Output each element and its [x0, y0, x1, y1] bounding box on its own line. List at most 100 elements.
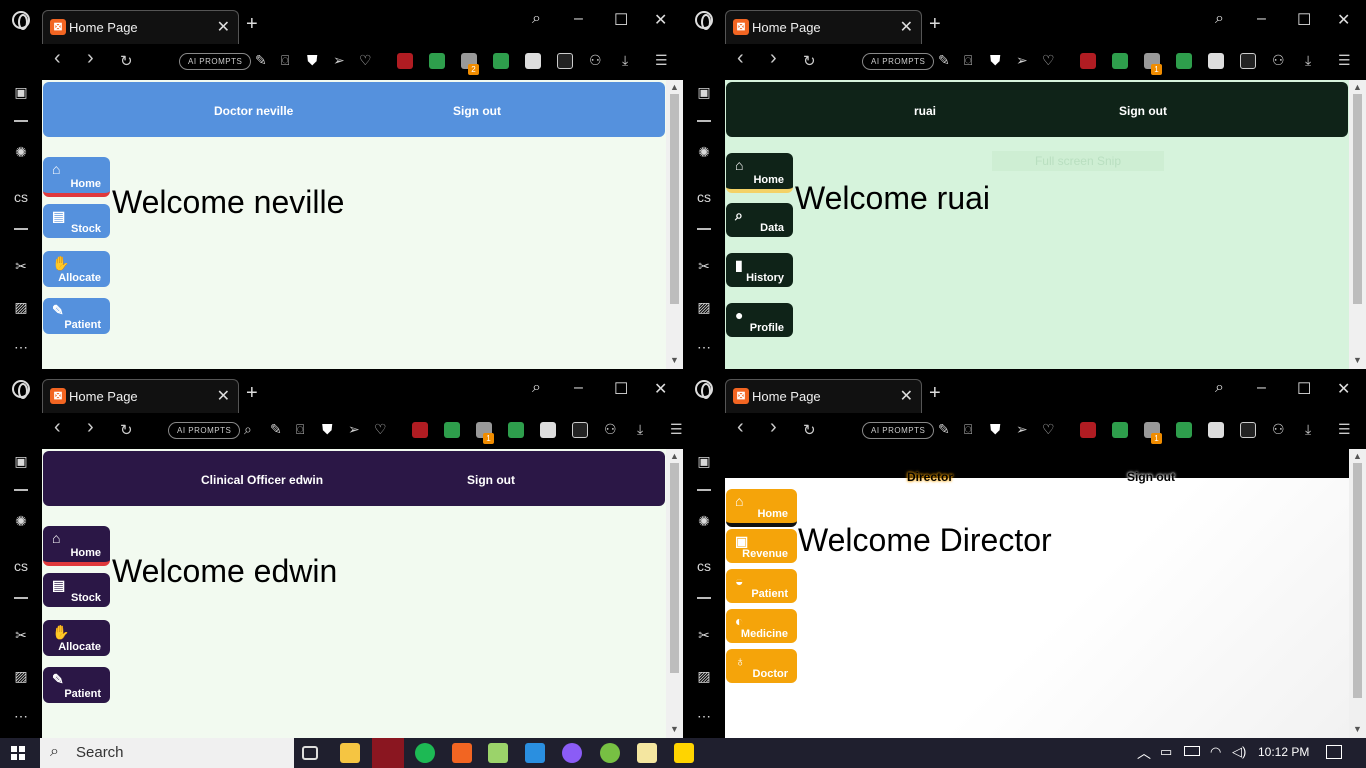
volume-icon[interactable]: ◁)	[1232, 744, 1246, 760]
reload-icon[interactable]: ↻	[120, 421, 133, 439]
forward-icon[interactable]: ›	[770, 416, 777, 439]
more-icon[interactable]: ⋯	[694, 337, 714, 357]
bitwarden-icon[interactable]	[1208, 53, 1224, 69]
easy-setup-icon[interactable]: ☰	[670, 421, 683, 438]
opera-logo-icon[interactable]	[12, 380, 30, 399]
forward-icon[interactable]: ›	[87, 47, 94, 70]
sticky-notes-icon[interactable]	[674, 743, 694, 763]
scroll-thumb[interactable]	[1353, 463, 1362, 698]
opera-logo-icon[interactable]	[695, 11, 713, 30]
downloads-icon[interactable]: ⤓	[1305, 421, 1311, 438]
search-tabs-icon[interactable]: ⌕	[1215, 379, 1224, 397]
close-tab-icon[interactable]: ✕	[900, 17, 913, 37]
ai-prompts-button[interactable]: AI PROMPTS	[862, 422, 935, 439]
page-scrollbar[interactable]: ▲ ▼	[666, 80, 683, 369]
downloads-icon[interactable]: ⤓	[1305, 52, 1311, 69]
notepad-icon[interactable]	[488, 743, 508, 763]
sign-out-link[interactable]: Sign out	[1119, 104, 1167, 118]
robot-extension-icon[interactable]	[1176, 422, 1192, 438]
snapshot-icon[interactable]: ⌼	[281, 52, 289, 69]
sign-out-link[interactable]: Sign out	[1127, 470, 1175, 484]
scroll-up-icon[interactable]: ▲	[1353, 451, 1362, 461]
heart-icon[interactable]: ♡	[374, 421, 387, 438]
new-tab-icon[interactable]: +	[929, 13, 941, 36]
profile-icon[interactable]: ⚇	[589, 52, 602, 69]
globe-extension-icon[interactable]	[1112, 53, 1128, 69]
more-icon[interactable]: ⋯	[694, 706, 714, 726]
cs-icon[interactable]: cs	[11, 556, 31, 576]
file-explorer-icon[interactable]	[340, 743, 360, 763]
easy-setup-icon[interactable]: ☰	[1338, 52, 1351, 69]
heart-icon[interactable]: ♡	[359, 52, 372, 69]
tab-home-page[interactable]: ⊠ Home Page ✕	[725, 10, 922, 44]
bitwarden-icon[interactable]	[540, 422, 556, 438]
snapshot-icon[interactable]: ⌼	[964, 421, 972, 438]
send-icon[interactable]: ➢	[1016, 421, 1028, 438]
maximize-icon[interactable]: ☐	[1297, 10, 1311, 30]
tab-home-page[interactable]: ⊠ Home Page ✕	[42, 10, 239, 44]
opera-taskbar-icon[interactable]	[372, 738, 404, 768]
snip-tool-icon[interactable]: ✂	[694, 625, 714, 645]
close-tab-icon[interactable]: ✕	[217, 386, 230, 406]
ublock-icon[interactable]	[1080, 422, 1096, 438]
zoom-icon[interactable]: ⌕	[244, 421, 252, 438]
close-window-icon[interactable]: ✕	[1337, 379, 1350, 399]
cube-extension-icon[interactable]	[1240, 53, 1256, 69]
nav-allocate-button[interactable]: ✋ Allocate	[43, 620, 110, 656]
gallery-icon[interactable]: ▨	[11, 666, 31, 686]
bitwarden-icon[interactable]	[525, 53, 541, 69]
close-tab-icon[interactable]: ✕	[217, 17, 230, 37]
xampp-icon[interactable]	[452, 743, 472, 763]
chatgpt-icon[interactable]: ✺	[694, 142, 714, 162]
nav-revenue-button[interactable]: ▣ Revenue	[726, 529, 797, 563]
nav-home-button[interactable]: ⌂ Home	[43, 526, 110, 566]
scroll-up-icon[interactable]: ▲	[670, 82, 679, 92]
search-tabs-icon[interactable]: ⌕	[1215, 10, 1224, 28]
profile-icon[interactable]: ⚇	[604, 421, 617, 438]
back-icon[interactable]: ‹	[737, 416, 744, 439]
forward-icon[interactable]: ›	[87, 416, 94, 439]
nav-stock-button[interactable]: ▤ Stock	[43, 573, 110, 607]
send-icon[interactable]: ➢	[333, 52, 345, 69]
chatgpt-icon[interactable]: ✺	[694, 511, 714, 531]
close-window-icon[interactable]: ✕	[654, 379, 667, 399]
chatgpt-icon[interactable]: ✺	[11, 142, 31, 162]
notifications-icon[interactable]	[1326, 745, 1342, 759]
search-tabs-icon[interactable]: ⌕	[532, 379, 541, 397]
cs-icon[interactable]: cs	[694, 187, 714, 207]
globe-extension-icon[interactable]	[1112, 422, 1128, 438]
workspaces-icon[interactable]: ▣	[11, 451, 31, 471]
sign-out-link[interactable]: Sign out	[467, 473, 515, 487]
reload-icon[interactable]: ↻	[803, 52, 816, 70]
robot-extension-icon[interactable]	[508, 422, 524, 438]
close-tab-icon[interactable]: ✕	[900, 386, 913, 406]
wifi-icon[interactable]: ◠	[1210, 744, 1221, 760]
cube-extension-icon[interactable]	[572, 422, 588, 438]
nav-home-button[interactable]: ⌂ Home	[726, 153, 793, 193]
snapshot-icon[interactable]: ⌼	[296, 421, 304, 438]
shield-icon[interactable]: ⛊	[307, 52, 318, 69]
nav-home-button[interactable]: ⌂ Home	[726, 489, 797, 527]
snip-tool-icon[interactable]: ✂	[11, 625, 31, 645]
nav-doctor-button[interactable]: ♁ Doctor	[726, 649, 797, 683]
tray-meet-icon[interactable]: ▭	[1160, 744, 1172, 760]
nav-patient-button[interactable]: ◒ Patient	[726, 569, 797, 603]
nav-data-button[interactable]: ⌕ Data	[726, 203, 793, 237]
page-scrollbar[interactable]: ▲ ▼	[1349, 80, 1366, 369]
workspaces-icon[interactable]: ▣	[11, 82, 31, 102]
cs-icon[interactable]: cs	[694, 556, 714, 576]
taskbar-search[interactable]: ⌕ Search	[40, 738, 294, 768]
maximize-icon[interactable]: ☐	[1297, 379, 1311, 399]
scroll-up-icon[interactable]: ▲	[670, 451, 679, 461]
snip-tool-icon[interactable]: ✂	[694, 256, 714, 276]
reload-icon[interactable]: ↻	[803, 421, 816, 439]
edit-page-icon[interactable]: ✎	[938, 52, 950, 69]
ublock-icon[interactable]	[412, 422, 428, 438]
gallery-icon[interactable]: ▨	[11, 297, 31, 317]
page-scrollbar[interactable]: ▲ ▼	[666, 449, 683, 738]
minimize-icon[interactable]: –	[574, 10, 583, 28]
nav-home-button[interactable]: ⌂ Home	[43, 157, 110, 197]
robot-extension-icon[interactable]	[1176, 53, 1192, 69]
more-icon[interactable]: ⋯	[11, 337, 31, 357]
forward-icon[interactable]: ›	[770, 47, 777, 70]
